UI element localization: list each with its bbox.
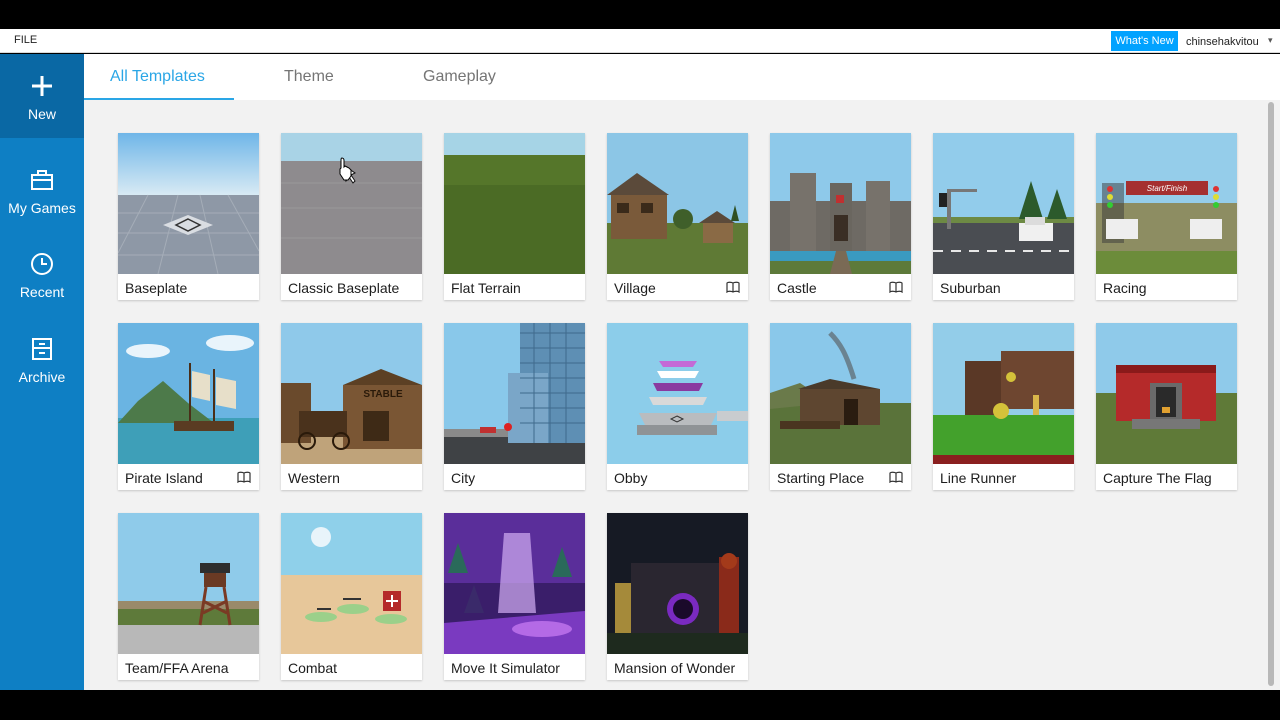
- user-dropdown-icon[interactable]: ▾: [1268, 35, 1273, 46]
- file-menu[interactable]: FILE: [14, 34, 37, 46]
- template-thumbnail: [607, 513, 748, 654]
- start-finish-banner: Start/Finish: [1147, 184, 1188, 193]
- template-card-city[interactable]: City: [444, 323, 585, 490]
- sidebar-item-archive[interactable]: Archive: [0, 317, 84, 401]
- template-card-starting-place[interactable]: Starting Place: [770, 323, 911, 490]
- template-thumbnail: [444, 133, 585, 274]
- template-thumbnail: Start/Finish: [1096, 133, 1237, 274]
- template-name: Starting Place: [777, 470, 865, 486]
- template-name: Castle: [777, 280, 817, 296]
- template-card-western[interactable]: STABLE Western: [281, 323, 422, 490]
- clock-icon: [31, 253, 53, 275]
- archive-icon: [32, 338, 52, 360]
- template-thumbnail: [118, 323, 259, 464]
- template-card-line-runner[interactable]: Line Runner: [933, 323, 1074, 490]
- whats-new-button[interactable]: What's New: [1111, 31, 1178, 51]
- template-thumbnail: [118, 513, 259, 654]
- template-card-castle[interactable]: Castle: [770, 133, 911, 300]
- template-card-flat-terrain[interactable]: Flat Terrain: [444, 133, 585, 300]
- template-name: Move It Simulator: [451, 660, 560, 676]
- template-thumbnail: [281, 513, 422, 654]
- template-name: Team/FFA Arena: [125, 660, 229, 676]
- mouse-cursor-icon: [339, 157, 352, 181]
- username-label[interactable]: chinsehakvitou: [1186, 36, 1259, 48]
- template-thumbnail: [444, 323, 585, 464]
- template-thumbnail: [770, 133, 911, 274]
- template-card-move-it-simulator[interactable]: Move It Simulator: [444, 513, 585, 680]
- template-thumbnail: [1096, 323, 1237, 464]
- templates-panel: All Templates Theme Gameplay Baseplate C…: [84, 54, 1280, 690]
- template-thumbnail: [607, 323, 748, 464]
- sidebar: New My Games Recent Archive: [0, 54, 84, 690]
- template-name: Village: [614, 280, 656, 296]
- template-name: Western: [288, 470, 340, 486]
- sidebar-item-label: Recent: [19, 284, 65, 300]
- template-name: City: [451, 470, 476, 486]
- template-thumbnail: [607, 133, 748, 274]
- vertical-scrollbar[interactable]: [1268, 102, 1274, 686]
- template-name: Pirate Island: [125, 470, 203, 486]
- template-thumbnail: [118, 133, 259, 274]
- template-card-village[interactable]: Village: [607, 133, 748, 300]
- tab-gameplay[interactable]: Gameplay: [423, 68, 496, 86]
- template-name: Classic Baseplate: [288, 280, 400, 296]
- active-tab-indicator: [84, 98, 234, 100]
- template-name: Racing: [1103, 280, 1147, 296]
- template-thumbnail: [933, 323, 1074, 464]
- sidebar-item-my-games[interactable]: My Games: [0, 148, 84, 232]
- template-card-combat[interactable]: Combat: [281, 513, 422, 680]
- template-thumbnail: [933, 133, 1074, 274]
- template-name: Capture The Flag: [1103, 470, 1212, 486]
- briefcase-icon: [31, 170, 53, 190]
- window-bottom-bar: [0, 690, 1280, 720]
- template-thumbnail: [770, 323, 911, 464]
- tab-bar: All Templates Theme Gameplay: [84, 54, 1280, 100]
- template-name: Obby: [614, 470, 648, 486]
- template-card-mansion-of-wonder[interactable]: Mansion of Wonder: [607, 513, 748, 680]
- template-card-baseplate[interactable]: Baseplate: [118, 133, 259, 300]
- sidebar-item-recent[interactable]: Recent: [0, 232, 84, 316]
- template-card-team-ffa-arena[interactable]: Team/FFA Arena: [118, 513, 259, 680]
- window-top-bar: [0, 0, 1280, 29]
- sidebar-item-label: Archive: [18, 369, 66, 385]
- book-icon: [889, 471, 903, 483]
- template-name: Baseplate: [125, 280, 188, 296]
- sidebar-item-new[interactable]: New: [0, 54, 84, 138]
- sidebar-item-label: New: [27, 106, 56, 122]
- template-card-obby[interactable]: Obby: [607, 323, 748, 490]
- menu-bar: FILE: [0, 29, 1280, 53]
- template-name: Suburban: [940, 280, 1001, 296]
- template-thumbnail: [444, 513, 585, 654]
- plus-icon: [32, 76, 52, 96]
- template-name: Line Runner: [940, 470, 1017, 486]
- template-card-capture-the-flag[interactable]: Capture The Flag: [1096, 323, 1237, 490]
- sidebar-item-label: My Games: [8, 200, 76, 216]
- template-name: Combat: [288, 660, 338, 676]
- tab-theme[interactable]: Theme: [284, 68, 334, 86]
- book-icon: [726, 281, 740, 293]
- template-card-pirate-island[interactable]: Pirate Island: [118, 323, 259, 490]
- book-icon: [889, 281, 903, 293]
- template-thumbnail: STABLE: [281, 323, 422, 464]
- template-thumbnail: [281, 133, 422, 274]
- book-icon: [237, 471, 251, 483]
- stable-sign: STABLE: [363, 389, 403, 400]
- tab-all-templates[interactable]: All Templates: [110, 68, 205, 86]
- template-name: Mansion of Wonder: [614, 660, 736, 676]
- template-name: Flat Terrain: [451, 280, 521, 296]
- template-card-suburban[interactable]: Suburban: [933, 133, 1074, 300]
- template-card-racing[interactable]: Start/Finish Racing: [1096, 133, 1237, 300]
